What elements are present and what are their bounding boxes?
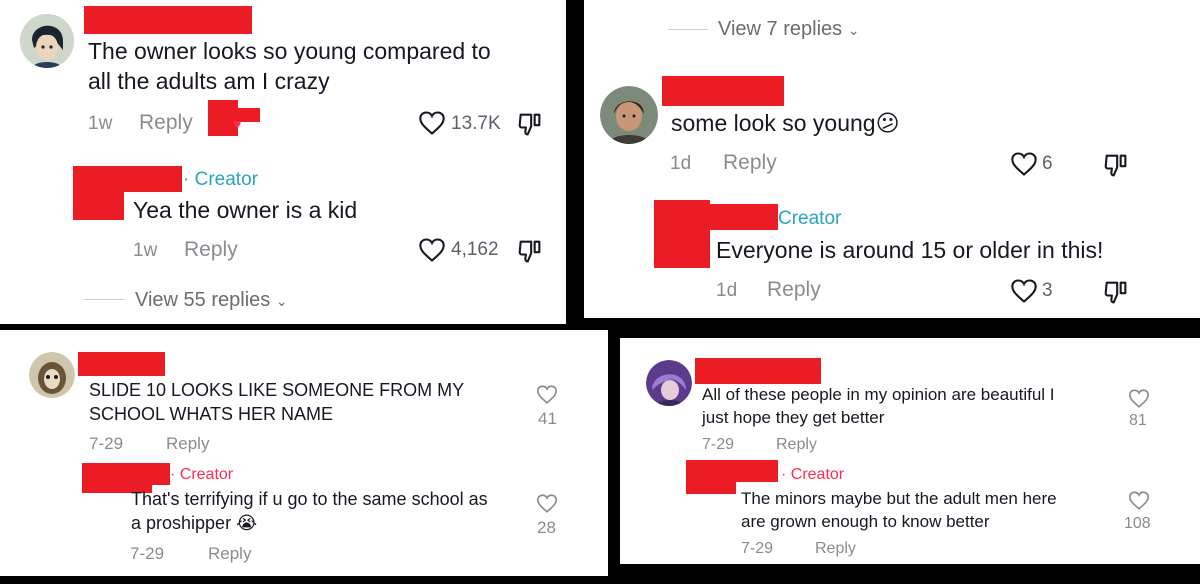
redacted-username xyxy=(662,76,784,106)
reply-text: a proshipper 😭 xyxy=(131,513,257,534)
heart-icon[interactable] xyxy=(1128,490,1150,511)
reply-text: Yea the owner is a kid xyxy=(133,197,358,223)
comment-panel-1: The owner looks so young compared to all… xyxy=(0,0,566,324)
creator-badge: Creator xyxy=(778,208,842,229)
redacted-username xyxy=(84,6,252,34)
like-count: 81 xyxy=(1129,412,1147,429)
heart-icon[interactable] xyxy=(536,493,558,514)
avatar[interactable] xyxy=(20,14,74,68)
comment-text: All of these people in my opinion are be… xyxy=(702,385,1055,404)
redacted-username xyxy=(78,352,165,376)
reply-button[interactable]: Reply xyxy=(815,540,856,558)
redacted-username xyxy=(122,166,182,192)
redacted-creator-avatar xyxy=(654,200,710,268)
reply-text: are grown enough to know better xyxy=(741,512,990,531)
reply-button[interactable]: Reply xyxy=(723,151,777,175)
heart-icon[interactable] xyxy=(1010,278,1038,304)
dislike-icon[interactable] xyxy=(516,237,544,265)
divider xyxy=(84,299,124,300)
comment-time: 1d xyxy=(670,153,692,174)
comment-panel-3: SLIDE 10 LOOKS LIKE SOMEONE FROM MY SCHO… xyxy=(0,330,608,576)
confused-face-emoji: 😕 xyxy=(875,110,900,136)
heart-icon[interactable] xyxy=(1010,151,1038,177)
like-count: 28 xyxy=(537,518,556,537)
heart-icon[interactable] xyxy=(418,237,446,263)
reply-button[interactable]: Reply xyxy=(139,111,193,135)
chevron-down-icon: ⌄ xyxy=(847,22,860,38)
heart-icon: ♥ xyxy=(233,116,242,132)
creator-badge: · Creator xyxy=(781,466,845,483)
comment-text: SLIDE 10 LOOKS LIKE SOMEONE FROM MY xyxy=(89,380,465,400)
view-replies-label: View 7 replies xyxy=(718,18,843,40)
comment-panel-2: View 7 replies ⌄ some look so young😕 1d … xyxy=(584,0,1200,318)
dislike-icon[interactable] xyxy=(516,110,544,138)
reply-text-body: a proshipper xyxy=(131,513,232,533)
redacted-creator-avatar xyxy=(73,166,124,220)
view-replies-label: View 55 replies xyxy=(135,289,271,311)
comment-time: 7-29 xyxy=(702,436,735,453)
comment-text-body: some look so young xyxy=(671,110,876,136)
creator-badge: · Creator xyxy=(183,169,258,190)
view-replies-link[interactable]: View 55 replies ⌄ xyxy=(135,289,288,312)
comment-text: SCHOOL WHATS HER NAME xyxy=(89,404,334,424)
comment-text: just hope they get better xyxy=(702,408,885,427)
avatar[interactable] xyxy=(646,360,692,406)
reply-button[interactable]: Reply xyxy=(776,436,817,454)
redacted-creator-avatar xyxy=(686,460,736,494)
reply-button[interactable]: Reply xyxy=(767,278,821,302)
avatar[interactable] xyxy=(600,86,658,144)
heart-icon[interactable] xyxy=(418,110,446,136)
reply-button[interactable]: Reply xyxy=(184,238,238,262)
redacted-username xyxy=(708,204,778,230)
dislike-icon[interactable] xyxy=(1102,151,1130,179)
avatar[interactable] xyxy=(29,352,75,398)
like-count: 13.7K xyxy=(451,113,501,134)
comment-time: 1w xyxy=(88,113,113,134)
like-count: 108 xyxy=(1124,515,1151,532)
like-count: 3 xyxy=(1042,280,1053,301)
reply-button[interactable]: Reply xyxy=(166,434,209,454)
crying-face-emoji: 😭 xyxy=(236,513,258,533)
dislike-icon[interactable] xyxy=(1102,278,1130,306)
heart-icon[interactable] xyxy=(1128,388,1150,409)
divider xyxy=(668,29,708,30)
reply-button[interactable]: Reply xyxy=(208,544,251,564)
redacted-username xyxy=(150,463,170,485)
heart-icon[interactable] xyxy=(536,384,558,405)
like-count: 41 xyxy=(538,409,557,428)
view-replies-link[interactable]: View 7 replies ⌄ xyxy=(718,18,859,41)
redacted-username xyxy=(734,460,778,482)
comment-panel-4: All of these people in my opinion are be… xyxy=(620,338,1200,564)
redacted-username xyxy=(695,358,821,384)
comment-time: 7-29 xyxy=(89,434,124,453)
comment-text: The owner looks so young compared to xyxy=(88,38,491,64)
like-count: 6 xyxy=(1042,153,1053,174)
comment-text: all the adults am I crazy xyxy=(88,68,330,94)
comment-time: 1d xyxy=(716,280,738,301)
reply-text: The minors maybe but the adult men here xyxy=(741,489,1057,508)
reply-text: That's terrifying if u go to the same sc… xyxy=(131,489,488,509)
comment-time: 1w xyxy=(133,240,158,261)
comment-time: 7-29 xyxy=(741,540,774,557)
creator-badge: · Creator xyxy=(170,466,234,483)
comment-time: 7-29 xyxy=(130,544,165,563)
reply-text: Everyone is around 15 or older in this! xyxy=(716,237,1104,263)
chevron-down-icon: ⌄ xyxy=(275,293,288,309)
comment-text: some look so young😕 xyxy=(671,110,900,137)
like-count: 4,162 xyxy=(451,239,499,260)
